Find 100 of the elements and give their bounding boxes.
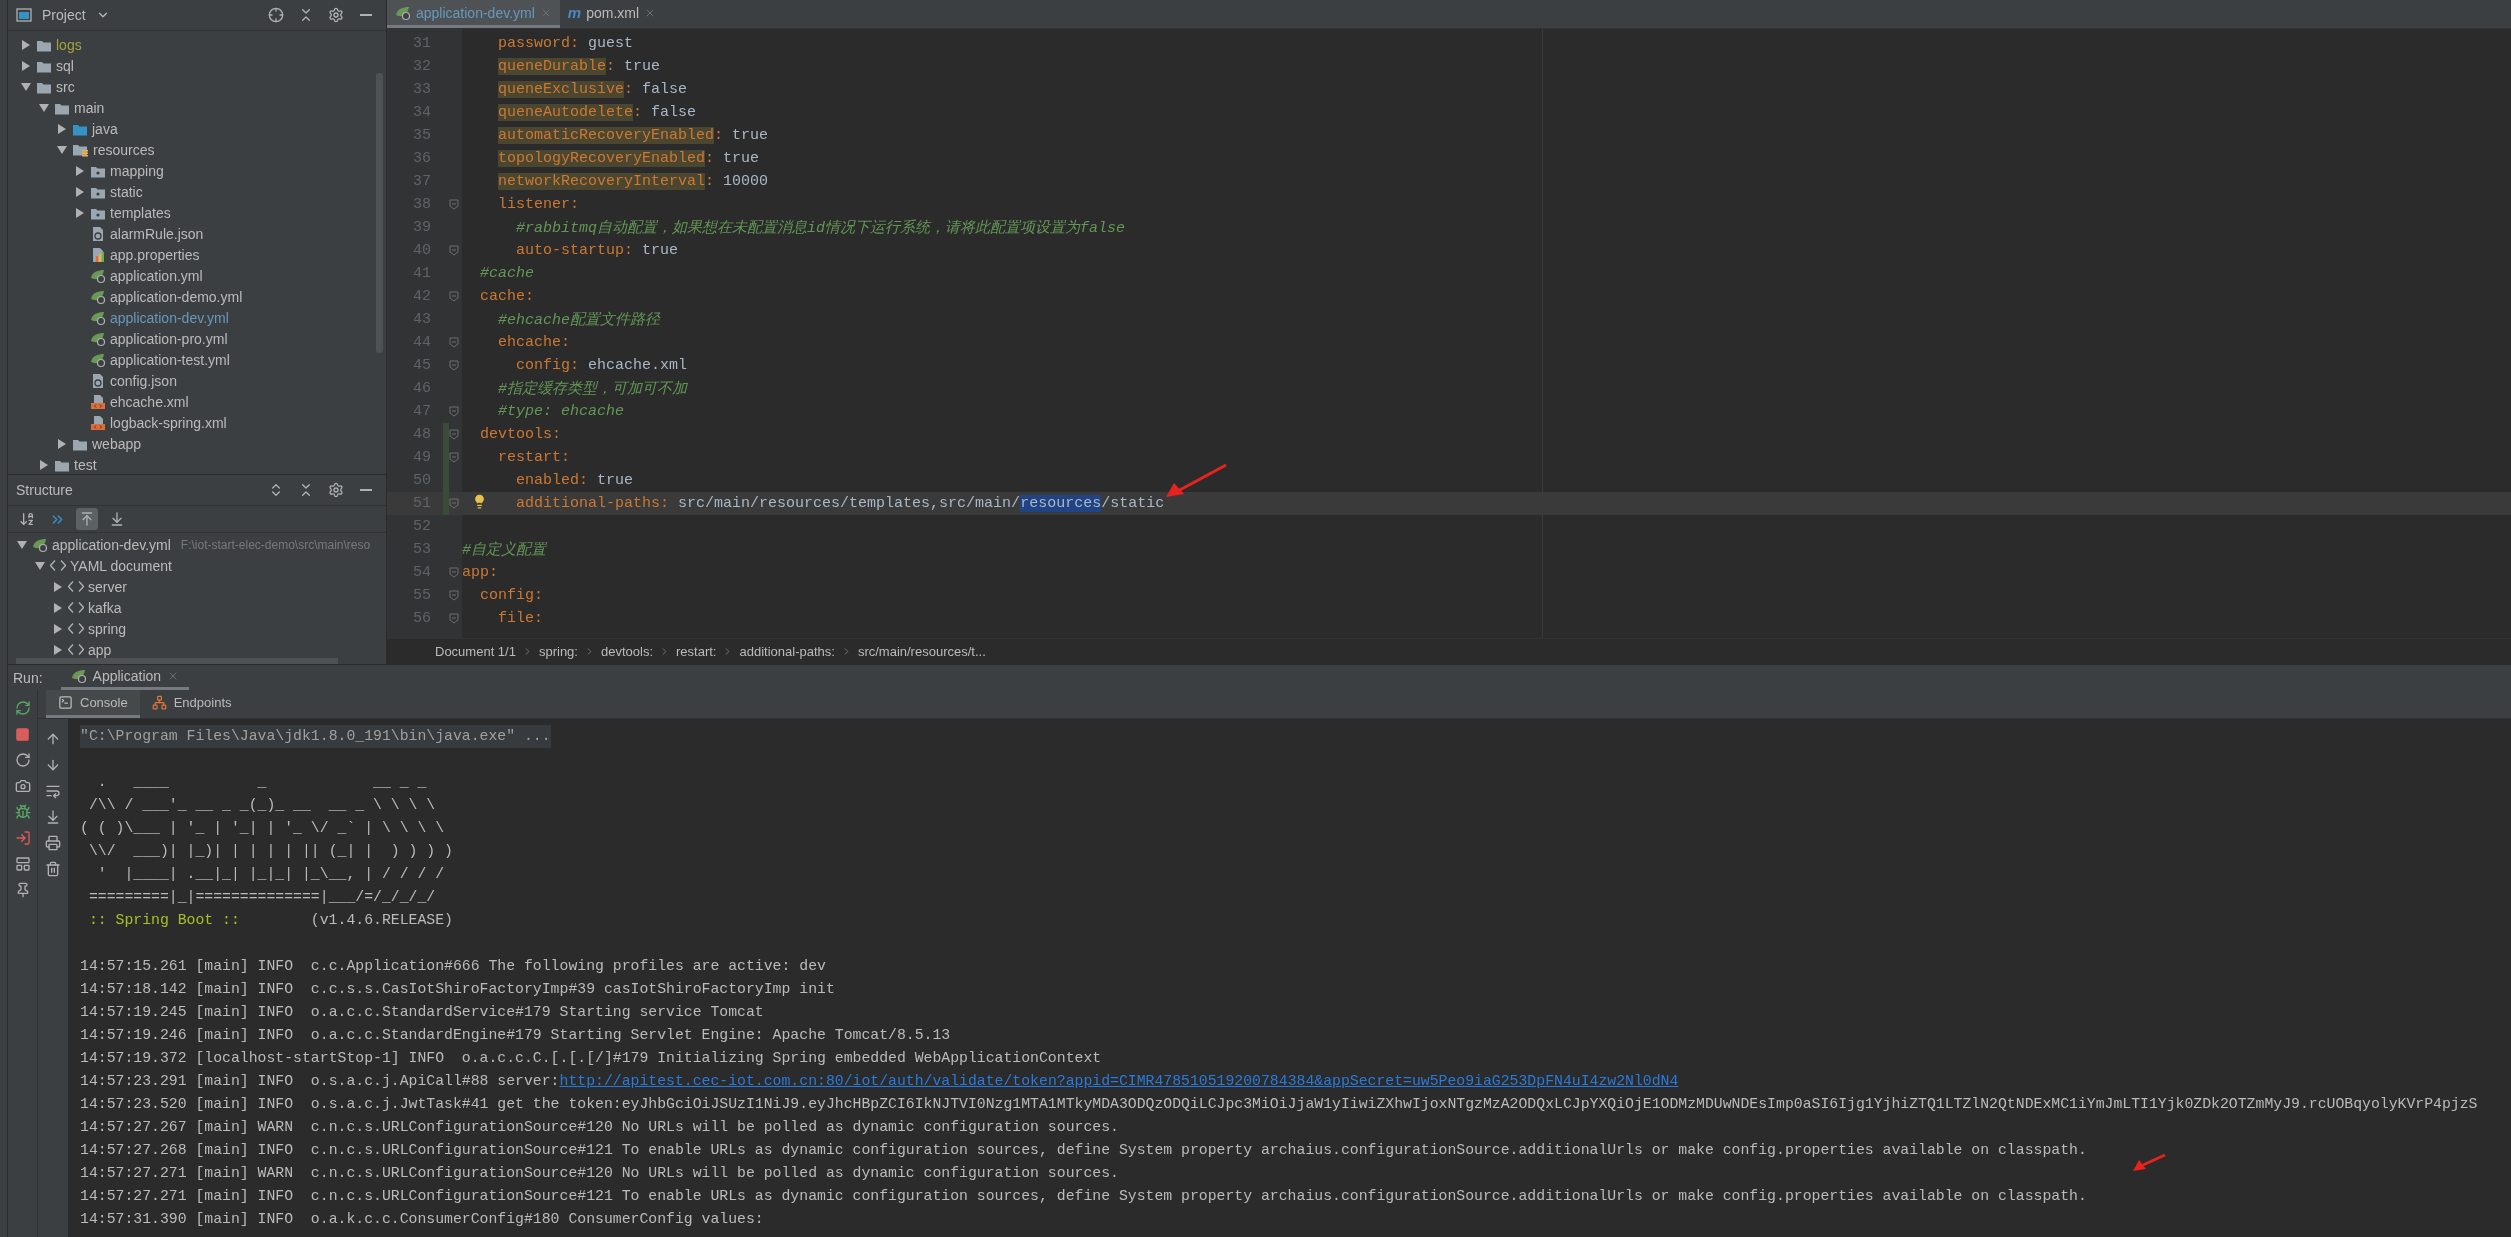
scrollbar[interactable] bbox=[16, 658, 338, 664]
tree-item[interactable]: mapping bbox=[8, 160, 386, 181]
tree-item[interactable]: webapp bbox=[8, 433, 386, 454]
panel-title[interactable]: Project bbox=[42, 7, 86, 23]
file-type-letter: m bbox=[567, 4, 582, 21]
console-tab[interactable]: Endpoints bbox=[139, 690, 244, 718]
code-comment: #ehcache配置文件路径 bbox=[498, 310, 661, 329]
fold-marker-icon[interactable] bbox=[449, 498, 459, 509]
tree-item[interactable]: ehcache.xml bbox=[8, 391, 386, 412]
fold-marker-icon[interactable] bbox=[449, 567, 459, 578]
yaml-key: restart bbox=[498, 449, 562, 466]
tree-item[interactable]: server bbox=[8, 576, 386, 597]
console-tab[interactable]: Console bbox=[46, 690, 140, 718]
breadcrumb[interactable]: additional-paths: bbox=[739, 644, 835, 659]
lightbulb-icon[interactable] bbox=[472, 494, 487, 509]
banner-line: \\/ ___)| |_)| | | | | || (_| | ) ) ) ) bbox=[87, 842, 453, 861]
breadcrumb[interactable]: restart: bbox=[676, 644, 717, 659]
expand-arrow-icon[interactable] bbox=[52, 601, 64, 614]
tree-item[interactable]: application-dev.yml bbox=[8, 307, 386, 328]
fold-marker-icon[interactable] bbox=[449, 406, 459, 417]
tree-item[interactable]: alarmRule.json bbox=[8, 223, 386, 244]
tree-item[interactable]: config.json bbox=[8, 370, 386, 391]
settings-button[interactable] bbox=[326, 480, 346, 500]
leaf-file-icon bbox=[70, 668, 87, 684]
breadcrumb[interactable]: Document 1/1 bbox=[435, 644, 516, 659]
tree-item[interactable]: src bbox=[8, 76, 386, 97]
yaml-key: listener bbox=[498, 196, 571, 213]
fold-marker-icon[interactable] bbox=[449, 360, 459, 371]
fold-marker-icon[interactable] bbox=[449, 199, 459, 210]
tree-item[interactable]: test bbox=[8, 454, 386, 474]
code-colon: : bbox=[705, 150, 715, 167]
collapse-arrow-icon[interactable] bbox=[16, 538, 28, 551]
log-line: 14:57:23.291 [main] INFO o.s.a.c.j.ApiCall#88 server: bbox=[80, 1072, 560, 1091]
log-line: 14:57:19.245 [main] INFO o.a.c.c.StandardService#179 Starting service Tomcat bbox=[80, 1003, 764, 1022]
collapse-arrow-icon[interactable] bbox=[20, 80, 32, 93]
arrow-up-to-line-icon bbox=[79, 511, 95, 527]
crosshair-button[interactable] bbox=[266, 5, 286, 25]
yaml-key: queneDurable bbox=[498, 58, 607, 75]
collapse-arrow-icon[interactable] bbox=[34, 559, 46, 572]
expand-arrow-icon[interactable] bbox=[52, 643, 64, 656]
expand-arrow-icon[interactable] bbox=[52, 622, 64, 635]
editor-tab[interactable]: m pom.xml bbox=[559, 0, 665, 28]
banner-line: . ____ _ __ _ _ bbox=[96, 773, 427, 792]
fold-marker-icon[interactable] bbox=[449, 590, 459, 601]
tree-item[interactable]: application-test.yml bbox=[8, 349, 386, 370]
expand-arrow-icon[interactable] bbox=[74, 185, 86, 198]
tree-item[interactable]: application-pro.yml bbox=[8, 328, 386, 349]
expand-arrow-icon[interactable] bbox=[52, 580, 64, 593]
log-line: 14:57:15.261 [main] INFO c.c.Application#666 The following profiles are active: dev bbox=[80, 957, 826, 976]
tree-item[interactable]: logback-spring.xml bbox=[8, 412, 386, 433]
breadcrumb[interactable]: spring: bbox=[538, 644, 578, 659]
collapse-arrow-icon[interactable] bbox=[56, 143, 68, 156]
trash-icon bbox=[45, 861, 61, 877]
yaml-key: queneExclusive bbox=[498, 81, 625, 98]
yaml-key: config bbox=[480, 587, 535, 604]
fold-marker-icon[interactable] bbox=[449, 613, 459, 624]
breadcrumb[interactable]: devtools: bbox=[600, 644, 653, 659]
expand-arrow-icon[interactable] bbox=[74, 164, 86, 177]
tree-item[interactable]: YAML document bbox=[8, 555, 386, 576]
tree-item[interactable]: kafka bbox=[8, 597, 386, 618]
tree-item[interactable]: main bbox=[8, 97, 386, 118]
fold-marker-icon[interactable] bbox=[449, 337, 459, 348]
crosshair-icon bbox=[268, 7, 284, 23]
tree-item[interactable]: resources bbox=[8, 139, 386, 160]
settings-button[interactable] bbox=[326, 5, 346, 25]
expand-arrow-icon[interactable] bbox=[56, 437, 68, 450]
log-line: 14:57:23.520 [main] INFO o.s.a.c.j.JwtTask#41 get the token:eyJhbGciOiJSUzI1NiJ9.eyJhcHBpZCI6IkNJTVI0Nzg1MTA1MTkyMDA3ODQzODQiLCJpc3MiOiJjaW1yIiwiZXhwIjoxNTgzMzA2ODQxLCJpYXQiOjE1ODMzMDUwNDEsImp0aSI6Ijg1YjhiZTQ1LTZlN2QtNDExMC1iYmJmLTI1Yjk0ZDk2OTZmMyJ9.rcUOBqyolyKVrP4pjzS bbox=[80, 1095, 2478, 1114]
expand-arrow-icon[interactable] bbox=[74, 206, 86, 219]
fold-marker-icon[interactable] bbox=[449, 291, 459, 302]
tree-item[interactable]: app bbox=[8, 639, 386, 660]
settings-icon bbox=[328, 7, 344, 23]
print-button[interactable] bbox=[43, 833, 63, 853]
tree-item[interactable]: spring bbox=[8, 618, 386, 639]
fold-marker-icon[interactable] bbox=[449, 452, 459, 463]
tree-item[interactable]: application-demo.yml bbox=[8, 286, 386, 307]
collapse-arrow-icon[interactable] bbox=[38, 101, 50, 114]
tree-item[interactable]: application-dev.yml F:\iot-start-elec-demo\src\main\reso bbox=[8, 534, 386, 555]
tree-item[interactable]: application.yml bbox=[8, 265, 386, 286]
sort-icon bbox=[19, 511, 35, 527]
expand-arrow-icon[interactable] bbox=[20, 38, 32, 51]
fold-marker-icon[interactable] bbox=[449, 245, 459, 256]
expand-arrow-icon[interactable] bbox=[38, 458, 50, 471]
panel-title[interactable]: Structure bbox=[16, 482, 73, 498]
tree-item[interactable]: sql bbox=[8, 55, 386, 76]
tree-item[interactable]: app.properties bbox=[8, 244, 386, 265]
fold-marker-icon[interactable] bbox=[449, 429, 459, 440]
layout-icon bbox=[14, 856, 31, 872]
window-icon bbox=[16, 8, 32, 22]
tree-item[interactable]: java bbox=[8, 118, 386, 139]
banner-line: ( ( )\___ | '_ | '_| | '_ \/ _` | \ \ \ \ bbox=[80, 819, 445, 838]
log-link[interactable]: http://apitest.cec-iot.com.cn:80/iot/auth/validate/token?appid=CIMR478510519200784384&appSecret=uw5Peo9iaG253DpFN4uI4zw2Nl0dN4 bbox=[559, 1070, 1679, 1093]
arrow-up-to-line-button[interactable] bbox=[76, 508, 98, 530]
tree-item[interactable]: static bbox=[8, 181, 386, 202]
tree-item[interactable]: templates bbox=[8, 202, 386, 223]
run-label: Run: bbox=[13, 669, 43, 686]
file-path: F:\iot-start-elec-demo\src\main\reso bbox=[180, 537, 371, 552]
breadcrumb[interactable]: src/main/resources/t... bbox=[857, 644, 986, 659]
expand-arrow-icon[interactable] bbox=[20, 59, 32, 72]
tree-item[interactable]: logs bbox=[8, 34, 386, 55]
expand-arrow-icon[interactable] bbox=[56, 122, 68, 135]
